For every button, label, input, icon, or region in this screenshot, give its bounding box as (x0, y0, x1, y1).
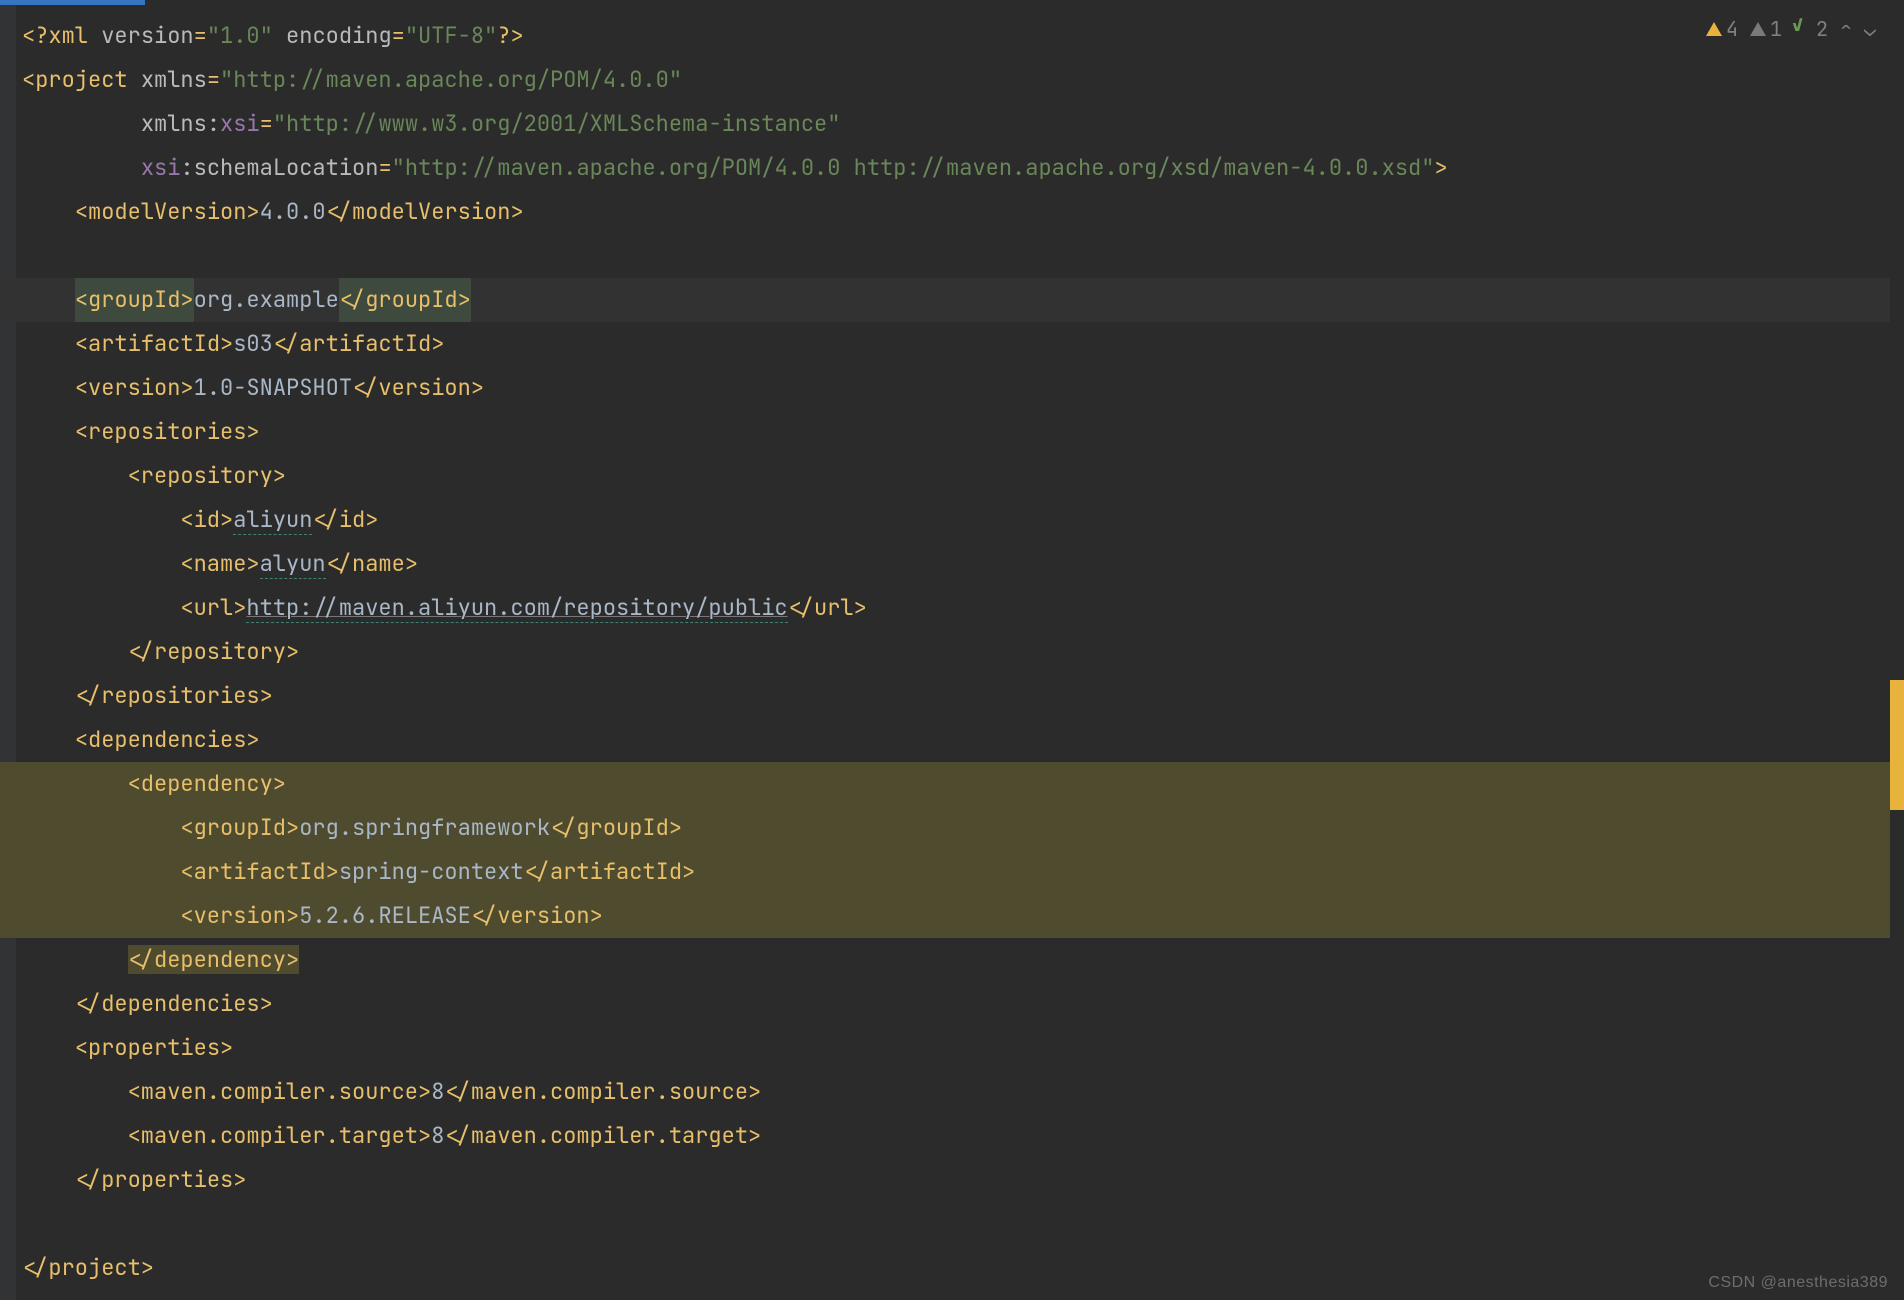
code-line[interactable]: <maven.compiler.target>8</maven.compiler… (0, 1114, 1904, 1158)
ok-count: 2 (1816, 16, 1828, 42)
warnings-count: 4 (1726, 16, 1738, 42)
overview-ruler[interactable] (1890, 0, 1904, 1300)
watermark: CSDN @anesthesia389 (1708, 1274, 1888, 1292)
code-line-highlighted[interactable]: <artifactId>spring-context</artifactId> (0, 850, 1904, 894)
code-line[interactable]: <modelVersion>4.0.0</modelVersion> (0, 190, 1904, 234)
code-line[interactable]: </dependencies> (0, 982, 1904, 1026)
weak-warning-icon (1750, 22, 1766, 36)
code-line[interactable]: </repository> (0, 630, 1904, 674)
warning-icon (1706, 22, 1722, 36)
weak-warnings-indicator[interactable]: 1 (1750, 16, 1782, 42)
code-line-highlighted[interactable]: <version>5.2.6.RELEASE</version> (0, 894, 1904, 938)
ok-indicator[interactable]: 2 (1794, 16, 1828, 42)
code-line[interactable]: <id>aliyun</id> (0, 498, 1904, 542)
code-line[interactable]: <url>http://maven.aliyun.com/repository/… (0, 586, 1904, 630)
warnings-indicator[interactable]: 4 (1706, 16, 1738, 42)
code-editor[interactable]: 4 1 2 ⌃ ⌄ <?xml version="1.0" encoding="… (0, 0, 1904, 1300)
overview-warning-marker[interactable] (1890, 680, 1904, 810)
inspections-widget[interactable]: 4 1 2 ⌃ ⌄ (1702, 14, 1880, 44)
code-line[interactable]: <artifactId>s03</artifactId> (0, 322, 1904, 366)
code-line[interactable]: <repositories> (0, 410, 1904, 454)
code-line[interactable]: <version>1.0-SNAPSHOT</version> (0, 366, 1904, 410)
code-line[interactable]: </project> (0, 1246, 1904, 1290)
code-line[interactable] (0, 1202, 1904, 1246)
check-icon (1794, 16, 1812, 42)
code-line[interactable] (0, 234, 1904, 278)
code-line[interactable]: <properties> (0, 1026, 1904, 1070)
code-line[interactable]: </properties> (0, 1158, 1904, 1202)
code-line[interactable]: <dependencies> (0, 718, 1904, 762)
code-line-highlighted[interactable]: <groupId>org.springframework</groupId> (0, 806, 1904, 850)
code-line[interactable]: <maven.compiler.source>8</maven.compiler… (0, 1070, 1904, 1114)
code-line[interactable]: <?xml version="1.0" encoding="UTF-8"?> (0, 14, 1904, 58)
code-line[interactable]: <repository> (0, 454, 1904, 498)
code-line[interactable]: xmlns:xsi="http://www.w3.org/2001/XMLSch… (0, 102, 1904, 146)
code-line-highlighted[interactable]: </dependency> (0, 938, 1904, 982)
prev-highlight-icon[interactable]: ⌃ (1840, 16, 1852, 42)
next-highlight-icon[interactable]: ⌄ (1864, 16, 1876, 42)
code-line[interactable]: xsi:schemaLocation="http://maven.apache.… (0, 146, 1904, 190)
code-line[interactable]: <name>alyun</name> (0, 542, 1904, 586)
code-line-selected[interactable]: <groupId>org.example</groupId> (0, 278, 1904, 322)
code-line-highlighted[interactable]: <dependency> (0, 762, 1904, 806)
code-line[interactable]: </repositories> (0, 674, 1904, 718)
code-line[interactable]: <project xmlns="http://maven.apache.org/… (0, 58, 1904, 102)
weak-warnings-count: 1 (1770, 16, 1782, 42)
code-area[interactable]: <?xml version="1.0" encoding="UTF-8"?> <… (0, 0, 1904, 1300)
